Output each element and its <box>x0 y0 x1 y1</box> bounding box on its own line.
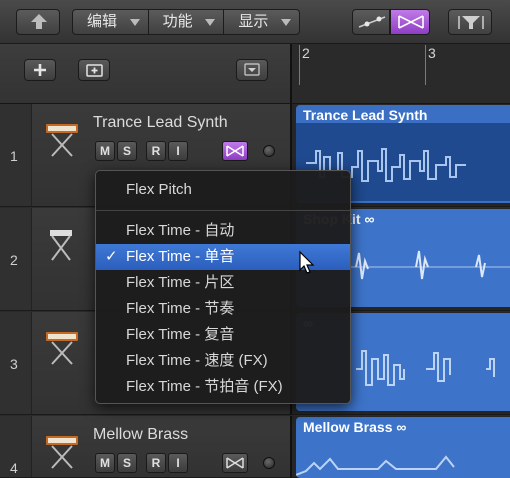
track-menu-bar: 编辑 功能 显示 <box>72 9 300 35</box>
track-name: Trance Lead Synth <box>93 114 228 131</box>
region-title: Trance Lead Synth <box>303 107 428 123</box>
menu-item-flex-time-speed[interactable]: Flex Time - 速度 (FX) <box>96 348 350 374</box>
menu-item-flex-time-auto[interactable]: Flex Time - 自动 <box>96 218 350 244</box>
track-number-cell: 4 <box>0 416 32 477</box>
track-number-cell: 2 <box>0 208 32 310</box>
flex-toggle-button[interactable] <box>390 9 430 35</box>
new-folder-track-button[interactable] <box>78 59 110 81</box>
track-flex-button[interactable] <box>222 141 248 161</box>
ruler-tick <box>425 45 426 85</box>
menu-item-flex-time-tempophone[interactable]: Flex Time - 节拍音 (FX) <box>96 374 350 400</box>
folder-plus-icon <box>86 64 103 77</box>
menu-item-flex-time-polyphonic[interactable]: Flex Time - 复音 <box>96 322 350 348</box>
region-title-text: Mellow Brass <box>303 419 393 435</box>
record-enable-button[interactable]: R <box>146 141 166 161</box>
track-number: 2 <box>10 252 18 268</box>
track-name: Mellow Brass <box>93 426 189 443</box>
menu-item-label: Flex Time - 单音 <box>126 248 235 265</box>
main-toolbar: 编辑 功能 显示 <box>0 0 510 44</box>
track-controls: M S R I <box>95 141 188 161</box>
loop-icon: ∞ <box>364 211 375 227</box>
record-led <box>263 457 275 469</box>
mute-button[interactable]: M <box>95 141 115 161</box>
track-controls: M S R I <box>95 453 188 473</box>
record-led <box>263 145 275 157</box>
bar-number: 3 <box>428 45 436 61</box>
record-enable-button[interactable]: R <box>146 453 166 473</box>
chevron-down-icon <box>281 19 292 26</box>
synth-keyboard-icon <box>46 332 78 365</box>
track-number-cell: 3 <box>0 312 32 414</box>
audio-region[interactable]: Mellow Brass ∞ <box>296 417 510 478</box>
flex-hourglass-icon <box>226 457 244 469</box>
checkmark-icon: ✓ <box>105 248 118 265</box>
menu-item-label: Flex Time - 节奏 <box>126 300 235 317</box>
flex-mode-menu: Flex Pitch Flex Time - 自动 ✓ Flex Time - … <box>95 170 351 404</box>
track-flex-button[interactable] <box>222 453 248 473</box>
menu-item-flex-time-rhythmic[interactable]: Flex Time - 节奏 <box>96 296 350 322</box>
menu-item-flex-pitch[interactable]: Flex Pitch <box>96 177 350 203</box>
loop-icon: ∞ <box>396 419 407 435</box>
catch-filter-button[interactable] <box>448 9 492 35</box>
automation-button[interactable] <box>352 9 390 35</box>
ruler-tick <box>299 45 300 85</box>
mouse-pointer-icon <box>299 250 315 274</box>
show-hide-button[interactable] <box>236 59 268 81</box>
menu-item-label: Flex Time - 片区 <box>126 274 235 291</box>
menu-item-label: Flex Time - 速度 (FX) <box>126 352 268 369</box>
track-number-cell: 1 <box>0 104 32 206</box>
view-menu[interactable]: 显示 <box>223 10 299 34</box>
add-track-button[interactable] <box>24 59 56 81</box>
functions-menu-label: 功能 <box>162 13 193 30</box>
edit-menu[interactable]: 编辑 <box>73 10 148 34</box>
menu-item-label: Flex Time - 节拍音 (FX) <box>126 378 283 395</box>
functions-menu[interactable]: 功能 <box>147 10 224 34</box>
chevron-down-icon <box>129 19 140 26</box>
menu-item-label: Flex Time - 自动 <box>126 222 235 239</box>
synth-keyboard-icon <box>46 124 78 157</box>
automation-curve-icon <box>358 16 386 28</box>
menu-separator <box>96 210 350 211</box>
menu-item-label: Flex Pitch <box>126 181 192 198</box>
back-button[interactable] <box>16 9 60 35</box>
track-number: 4 <box>10 460 18 476</box>
filter-funnel-icon <box>458 16 484 29</box>
timeline-ruler[interactable]: 2 3 <box>290 44 510 104</box>
input-monitor-button[interactable]: I <box>168 141 188 161</box>
waveform <box>296 455 455 476</box>
solo-button[interactable]: S <box>117 453 137 473</box>
flex-hourglass-icon <box>398 15 424 29</box>
flex-hourglass-icon <box>226 145 244 157</box>
chevron-down-icon <box>244 63 260 76</box>
region-title: Mellow Brass ∞ <box>303 419 406 435</box>
synth-keyboard-icon <box>46 436 78 469</box>
edit-menu-label: 编辑 <box>87 13 118 30</box>
view-menu-label: 显示 <box>238 13 269 30</box>
up-arrow-icon <box>31 14 47 29</box>
plus-icon <box>34 64 46 76</box>
solo-button[interactable]: S <box>117 141 137 161</box>
mute-button[interactable]: M <box>95 453 115 473</box>
track-number: 1 <box>10 148 18 164</box>
track-header[interactable]: 4 Mellow Brass M S R I <box>0 416 290 478</box>
chevron-down-icon <box>205 19 216 26</box>
drum-kit-icon <box>50 230 72 261</box>
bar-number: 2 <box>302 45 310 61</box>
menu-item-label: Flex Time - 复音 <box>126 326 235 343</box>
input-monitor-button[interactable]: I <box>168 453 188 473</box>
track-number: 3 <box>10 356 18 372</box>
track-header-toolbar <box>0 44 290 104</box>
